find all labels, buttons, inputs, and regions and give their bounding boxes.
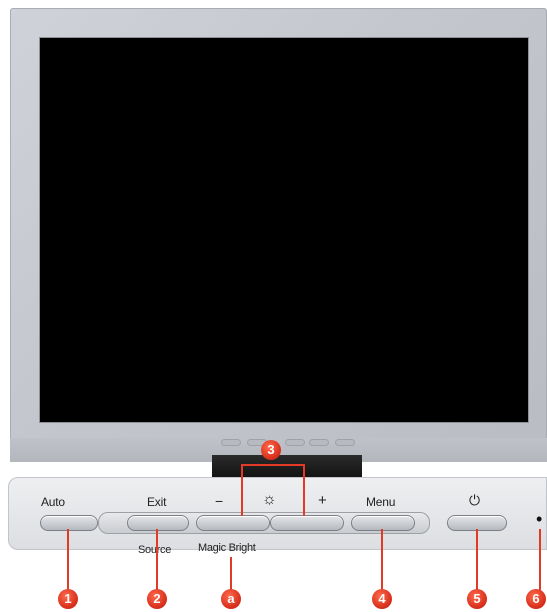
callout-3-bracket-right [303, 464, 305, 516]
callout-2-line [156, 529, 158, 591]
callout-2-badge: 2 [147, 589, 167, 609]
callout-1-badge: 1 [58, 589, 78, 609]
callout-a-line [230, 557, 232, 591]
bezel-button [336, 440, 354, 445]
auto-button[interactable] [40, 515, 98, 531]
bezel-button [286, 440, 304, 445]
menu-label: Menu [366, 495, 396, 509]
callout-3-bracket-left [241, 464, 243, 516]
exit-source-button[interactable] [127, 515, 189, 531]
power-icon: ⏻ [469, 492, 480, 508]
callout-3-bracket-top [241, 464, 305, 466]
magic-bright-label: Magic Bright [198, 542, 256, 554]
callout-1-line [67, 529, 69, 591]
monitor-screen [40, 38, 528, 422]
auto-label: Auto [41, 495, 65, 509]
bezel-button [222, 440, 240, 445]
callout-3-badge: 3 [261, 440, 281, 460]
callout-6-badge: 6 [526, 589, 546, 609]
callout-5-badge: 5 [467, 589, 487, 609]
callout-4-badge: 4 [372, 589, 392, 609]
plus-label: + [318, 492, 327, 509]
callout-5-line [476, 529, 478, 591]
callout-6-line [539, 529, 541, 591]
brightness-icon: ☼ [262, 491, 277, 508]
exit-label: Exit [147, 495, 167, 509]
monitor-stand [212, 455, 362, 479]
callout-4-line [381, 529, 383, 591]
callout-a-badge: a [221, 589, 241, 609]
brightness-down-magic-bright-button[interactable] [196, 515, 270, 531]
source-label: Source [138, 544, 172, 556]
menu-button[interactable] [351, 515, 415, 531]
power-led-indicator: • [536, 509, 543, 529]
brightness-up-button[interactable] [270, 515, 344, 531]
bezel-button [310, 440, 328, 445]
minus-label: − [215, 493, 223, 509]
